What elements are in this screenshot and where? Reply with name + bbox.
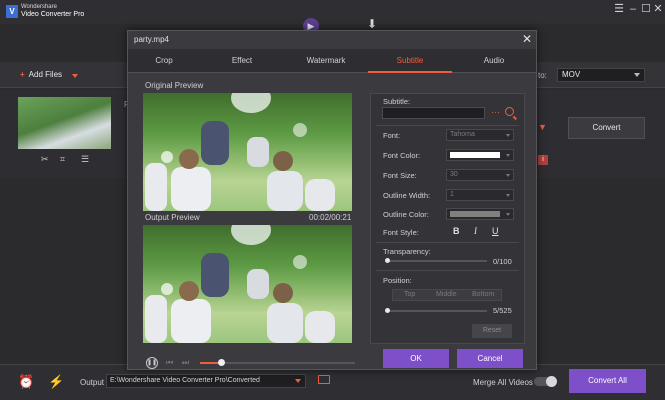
effects-icon[interactable]: ☰ [81,154,89,165]
lightning-icon[interactable]: ⚡ [48,374,64,390]
output-label: Output [80,378,105,387]
alarm-clock-icon[interactable]: ⏰ [18,374,34,390]
search-icon[interactable] [505,107,514,116]
chevron-down-icon [506,154,510,157]
output-preview-video [143,225,352,343]
font-size-select[interactable]: 30 [446,169,514,181]
outline-color-select[interactable] [446,208,514,220]
position-option-top[interactable]: Top [404,291,415,298]
position-option-bottom[interactable]: Bottom [472,291,494,298]
previous-frame-icon[interactable]: ⏮ [166,358,173,368]
folder-icon[interactable] [318,375,330,384]
font-value: Tahoma [450,131,475,138]
tab-effect[interactable]: Effect [200,49,284,73]
next-frame-icon[interactable]: ⏭ [182,358,189,368]
chevron-down-icon [634,73,640,77]
font-select[interactable]: Tahoma [446,129,514,141]
original-preview-label: Original Preview [145,81,204,90]
divider [376,125,519,126]
brand-line-2: Video Converter Pro [21,11,85,18]
transparency-label: Transparency: [383,247,431,256]
output-path-value: E:\Wondershare Video Converter Pro\Conve… [110,377,260,384]
maximize-icon[interactable]: ☐ [640,3,652,15]
close-window-icon[interactable]: ✕ [652,3,664,15]
original-preview-video [143,93,352,211]
transparency-slider-handle[interactable] [385,258,390,263]
position-readout: 5/525 [493,306,512,315]
menu-icon[interactable]: ☰ [613,3,625,15]
convert-button[interactable]: Convert [568,117,645,139]
info-icon[interactable]: i [538,155,548,165]
minimize-icon[interactable]: – [627,3,639,15]
trim-icon[interactable]: ✂ [41,154,49,165]
add-files-dropdown-icon[interactable] [72,74,78,78]
add-files-button[interactable]: + Add Files [20,70,62,79]
position-label: Position: [383,276,412,285]
outline-width-value: 1 [450,191,454,198]
font-color-label: Font Color: [383,151,421,160]
outline-color-label: Outline Color: [383,210,429,219]
font-size-label: Font Size: [383,171,417,180]
chevron-down-icon[interactable]: ▼ [538,122,547,132]
close-icon[interactable]: ✕ [522,32,532,46]
subtitle-file-input[interactable] [382,107,485,119]
chevron-down-icon [506,194,510,197]
add-files-label: Add Files [28,70,63,79]
font-color-select[interactable] [446,149,514,161]
convert-to-label: to: [538,71,547,80]
reset-button[interactable]: Reset [472,324,512,338]
font-color-swatch [450,152,500,158]
divider [376,270,519,271]
ok-button[interactable]: OK [383,349,449,368]
merge-videos-toggle[interactable] [534,376,557,387]
font-size-value: 30 [450,171,458,178]
convert-all-button[interactable]: Convert All [569,369,646,393]
dialog-title: party.mp4 [134,35,169,44]
divider [376,242,519,243]
toggle-knob [546,376,557,387]
font-label: Font: [383,131,401,140]
transparency-slider[interactable] [387,260,487,262]
title-bar [0,0,665,24]
tab-audio[interactable]: Audio [452,49,536,73]
outline-width-select[interactable]: 1 [446,189,514,201]
chevron-down-icon [506,174,510,177]
italic-button[interactable]: I [474,226,477,236]
position-slider-handle[interactable] [385,308,390,313]
outline-width-label: Outline Width: [383,191,431,200]
more-options-icon[interactable]: ··· [491,107,500,117]
tab-subtitle[interactable]: Subtitle [368,49,452,73]
plus-icon: + [20,70,25,79]
chevron-down-icon [506,213,510,216]
position-option-middle[interactable]: Middle [436,291,457,298]
crop-icon[interactable]: ⌗ [60,154,65,165]
tab-watermark[interactable]: Watermark [284,49,368,73]
pause-icon[interactable]: ❚❚ [146,357,158,369]
video-thumbnail[interactable] [18,97,111,149]
position-slider[interactable] [387,310,487,312]
output-preview-label: Output Preview [145,213,200,222]
output-format-select[interactable]: MOV [557,68,645,82]
chevron-down-icon [295,379,301,383]
font-style-label: Font Style: [383,228,419,237]
underline-button[interactable]: U [492,226,499,236]
merge-videos-label: Merge All Videos [473,378,533,387]
tab-crop[interactable]: Crop [128,49,200,73]
bold-button[interactable]: B [453,226,460,236]
outline-color-swatch [450,211,500,217]
playback-progress-handle[interactable] [218,359,225,366]
cancel-button[interactable]: Cancel [457,349,523,368]
transparency-readout: 0/100 [493,257,512,266]
chevron-down-icon [506,134,510,137]
app-logo: V [6,5,18,18]
brand-line-1: Wondershare [21,4,57,10]
output-path-select[interactable]: E:\Wondershare Video Converter Pro\Conve… [106,374,306,388]
subtitle-label: Subtitle: [383,97,411,106]
time-readout: 00:02/00:21 [309,213,352,222]
output-format-value: MOV [562,70,581,79]
